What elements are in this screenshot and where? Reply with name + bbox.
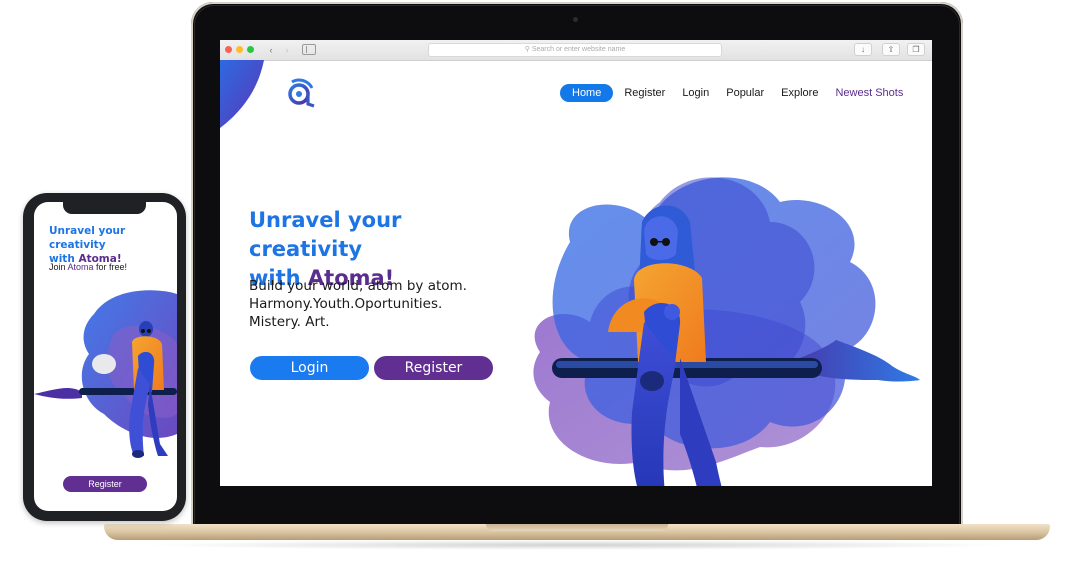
back-icon[interactable]: ‹ [264,44,278,56]
forward-icon[interactable]: › [280,44,294,56]
camera-dot [573,17,578,22]
address-bar[interactable]: ⚲ Search or enter website name [428,43,722,57]
download-icon[interactable]: ↓ [854,43,872,56]
sidebar-toggle-icon[interactable] [302,44,316,55]
phone-subtext: Join Atoma for free! [49,262,127,272]
phone-notch [63,201,146,214]
maximize-window-button[interactable] [247,46,254,53]
phone-sub-suffix: for free! [93,262,128,272]
main-nav: Home Register Login Popular Explore Newe… [560,83,903,103]
register-button[interactable]: Register [374,356,493,380]
search-icon: ⚲ [524,46,530,53]
address-placeholder: Search or enter website name [531,46,626,53]
login-button[interactable]: Login [250,356,369,380]
laptop-screen: ‹ › ⚲ Search or enter website name ↓ ⇧ ❐ [220,40,932,486]
nav-register[interactable]: Register [624,87,665,99]
phone-sub-prefix: Join [49,262,68,272]
nav-explore[interactable]: Explore [781,87,818,99]
nav-newest-shots[interactable]: Newest Shots [835,87,903,99]
phone-illustration [34,290,177,458]
tabs-icon[interactable]: ❐ [907,43,925,56]
corner-decoration [220,60,264,128]
phone-register-button[interactable]: Register [63,476,147,492]
phone-headline-line1: Unravel your creativity [49,225,126,251]
phone-headline: Unravel your creativity with Atoma! [49,224,174,266]
subtext-line1: Build your world, atom by atom. [249,278,467,294]
nav-login[interactable]: Login [682,87,709,99]
nav-home[interactable]: Home [560,84,614,102]
browser-toolbar: ‹ › ⚲ Search or enter website name ↓ ⇧ ❐ [220,40,932,61]
hero-subtext: Build your world, atom by atom. Harmony.… [249,277,529,331]
atoma-logo[interactable] [286,78,316,108]
phone-screen: Unravel your creativity with Atoma! Join… [34,202,177,511]
phone-sub-brand: Atoma [67,262,94,272]
close-window-button[interactable] [225,46,232,53]
nav-popular[interactable]: Popular [726,87,764,99]
share-icon[interactable]: ⇧ [882,43,900,56]
laptop-notch [486,524,668,531]
headline-line1: Unravel your creativity [249,208,402,261]
hero-illustration [533,177,920,486]
subtext-line2: Harmony.Youth.Oportunities. [249,296,443,312]
minimize-window-button[interactable] [236,46,243,53]
subtext-line3: Mistery. Art. [249,314,330,330]
laptop-shadow [140,540,1014,550]
